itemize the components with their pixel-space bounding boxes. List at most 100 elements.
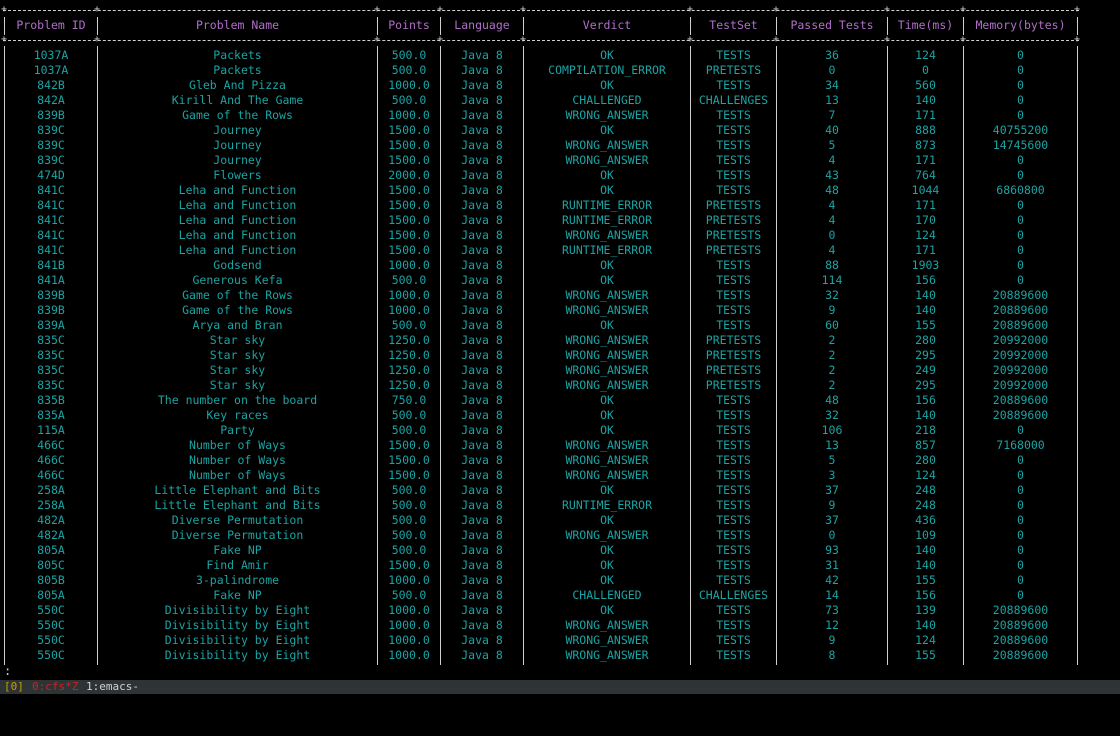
cell-passed-tests: 37 bbox=[825, 513, 839, 527]
cell-time-ms: 560 bbox=[915, 78, 936, 92]
cell-problem-name: Key races bbox=[206, 408, 269, 422]
cell-time-ms: 249 bbox=[915, 363, 936, 377]
cell-problem-name: Leha and Function bbox=[178, 243, 297, 257]
cell-memory-bytes: 0 bbox=[1017, 228, 1024, 242]
cell-testset: TESTS bbox=[716, 603, 751, 617]
column-header-points[interactable]: Points bbox=[378, 18, 440, 33]
tmux-window-emacs[interactable]: 1:emacs- bbox=[86, 680, 139, 694]
cell-passed-tests: 3 bbox=[828, 468, 836, 482]
cell-memory-bytes: 0 bbox=[1017, 108, 1024, 122]
border-junction: + bbox=[883, 34, 891, 45]
cell-points: 1250.0 bbox=[388, 378, 430, 392]
cell-memory-bytes: 0 bbox=[1017, 213, 1024, 227]
cell-problem-name: 3-palindrome bbox=[195, 573, 280, 587]
cell-verdict: WRONG_ANSWER bbox=[565, 333, 649, 347]
cell-problem-name: Star sky bbox=[209, 363, 266, 377]
cell-problem-name: The number on the board bbox=[157, 393, 318, 407]
cell-time-ms: 140 bbox=[915, 303, 936, 317]
cell-time-ms: 295 bbox=[915, 378, 936, 392]
cell-testset: TESTS bbox=[716, 513, 751, 527]
cell-memory-bytes: 0 bbox=[1017, 513, 1024, 527]
cell-points: 500.0 bbox=[391, 498, 427, 512]
border-junction: + bbox=[519, 4, 527, 15]
column-header-testset[interactable]: TestSet bbox=[691, 18, 776, 33]
cell-time-ms: 888 bbox=[915, 123, 936, 137]
tmux-status-bar: [0] 0:cfs*Z 1:emacs- bbox=[0, 680, 1120, 694]
column-header-verdict[interactable]: Verdict bbox=[524, 18, 690, 33]
cell-verdict: WRONG_ANSWER bbox=[565, 348, 649, 362]
cell-passed-tests: 32 bbox=[825, 288, 839, 302]
cell-testset: TESTS bbox=[716, 648, 751, 662]
cell-passed-tests: 48 bbox=[825, 183, 839, 197]
cell-verdict: RUNTIME_ERROR bbox=[561, 498, 652, 512]
cell-problem-name: Fake NP bbox=[213, 588, 262, 602]
border-junction: + bbox=[0, 4, 8, 15]
cell-memory-bytes: 20889600 bbox=[992, 408, 1049, 422]
border-junction: + bbox=[959, 4, 967, 15]
cell-verdict: OK bbox=[600, 123, 614, 137]
column-header-time-ms[interactable]: Time(ms) bbox=[888, 18, 963, 33]
cell-language: Java 8 bbox=[461, 123, 503, 137]
column-header-passed-tests[interactable]: Passed Tests bbox=[777, 18, 887, 33]
terminal-window[interactable]: + + + + + + + + + + + + + + + + + + + + Problem ID Problem Na… bbox=[0, 0, 1120, 680]
cell-problem-name: Divisibility by Eight bbox=[164, 648, 311, 662]
column-header-memory-bytes[interactable]: Memory(bytes) bbox=[964, 18, 1077, 33]
cell-passed-tests: 2 bbox=[828, 363, 836, 377]
cell-language: Java 8 bbox=[461, 243, 503, 257]
cell-memory-bytes: 20889600 bbox=[992, 648, 1049, 662]
cell-language: Java 8 bbox=[461, 363, 503, 377]
cell-testset: TESTS bbox=[716, 78, 751, 92]
cell-time-ms: 873 bbox=[915, 138, 936, 152]
cell-testset: TESTS bbox=[716, 543, 751, 557]
cell-language: Java 8 bbox=[461, 183, 503, 197]
cell-problem-id: 842A bbox=[37, 93, 65, 107]
cell-verdict: OK bbox=[600, 543, 614, 557]
cell-language: Java 8 bbox=[461, 498, 503, 512]
cell-points: 500.0 bbox=[391, 318, 427, 332]
column-header-problem-name[interactable]: Problem Name bbox=[98, 18, 377, 33]
cell-passed-tests: 13 bbox=[825, 438, 839, 452]
cell-points: 1000.0 bbox=[388, 648, 430, 662]
cell-points: 1500.0 bbox=[388, 468, 430, 482]
cell-testset: TESTS bbox=[716, 168, 751, 182]
cell-memory-bytes: 20889600 bbox=[992, 618, 1049, 632]
border-junction: + bbox=[772, 34, 780, 45]
cell-time-ms: 171 bbox=[915, 198, 936, 212]
cell-problem-id: 835C bbox=[37, 348, 65, 362]
cell-problem-id: 466C bbox=[37, 438, 65, 452]
cell-problem-id: 805C bbox=[37, 558, 65, 572]
cell-memory-bytes: 0 bbox=[1017, 48, 1024, 62]
table-header-separator bbox=[3, 40, 1079, 41]
cell-problem-id: 841C bbox=[37, 213, 65, 227]
tmux-window-active[interactable]: 0:cfs*Z bbox=[32, 680, 78, 694]
cell-problem-id: 841C bbox=[37, 183, 65, 197]
column-header-problem-id[interactable]: Problem ID bbox=[5, 18, 97, 33]
cell-points: 1000.0 bbox=[388, 108, 430, 122]
cell-passed-tests: 5 bbox=[828, 138, 836, 152]
cell-problem-name: Leha and Function bbox=[178, 183, 297, 197]
cell-verdict: WRONG_ANSWER bbox=[565, 453, 649, 467]
cell-language: Java 8 bbox=[461, 288, 503, 302]
cell-testset: TESTS bbox=[716, 573, 751, 587]
cell-memory-bytes: 0 bbox=[1017, 168, 1024, 182]
cell-memory-bytes: 20992000 bbox=[992, 378, 1049, 392]
cell-passed-tests: 2 bbox=[828, 378, 836, 392]
cell-memory-bytes: 0 bbox=[1017, 573, 1024, 587]
cell-verdict: WRONG_ANSWER bbox=[565, 363, 649, 377]
cell-problem-id: 842B bbox=[37, 78, 65, 92]
cell-problem-id: 839B bbox=[37, 303, 65, 317]
cell-language: Java 8 bbox=[461, 168, 503, 182]
cell-time-ms: 171 bbox=[915, 153, 936, 167]
cell-testset: TESTS bbox=[716, 48, 751, 62]
cell-language: Java 8 bbox=[461, 438, 503, 452]
cell-language: Java 8 bbox=[461, 453, 503, 467]
cell-problem-id: 835C bbox=[37, 333, 65, 347]
cell-testset: PRETESTS bbox=[705, 198, 762, 212]
cell-testset: TESTS bbox=[716, 303, 751, 317]
cell-problem-name: Little Elephant and Bits bbox=[154, 498, 321, 512]
cell-problem-id: 841C bbox=[37, 198, 65, 212]
column-header-language[interactable]: Language bbox=[441, 18, 523, 33]
cell-problem-name: Packets bbox=[213, 48, 262, 62]
cell-memory-bytes: 14745600 bbox=[992, 138, 1049, 152]
cell-memory-bytes: 0 bbox=[1017, 78, 1024, 92]
